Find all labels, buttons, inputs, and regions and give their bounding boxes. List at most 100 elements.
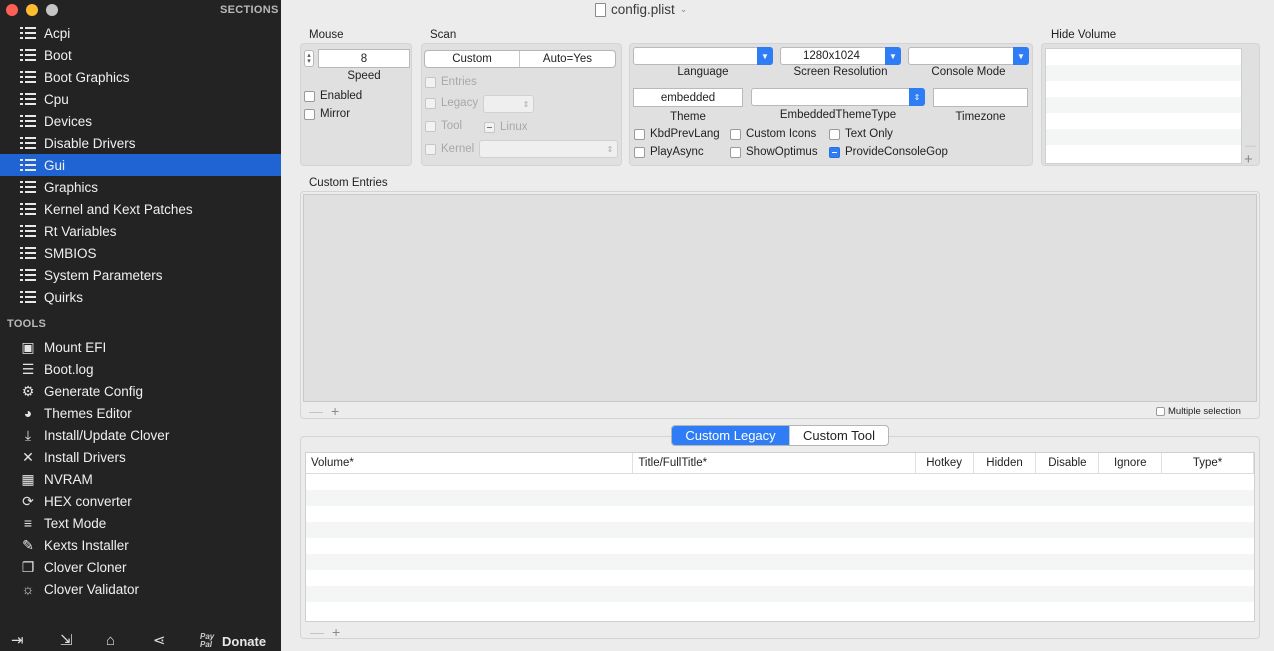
export-icon[interactable]: ⇲ — [60, 631, 73, 649]
console-mode-select[interactable]: ▼ — [908, 47, 1029, 65]
custom-legacy-table[interactable]: Volume* Title/FullTitle* Hotkey Hidden D… — [305, 452, 1255, 622]
table-row[interactable] — [306, 570, 1254, 586]
table-row[interactable] — [306, 538, 1254, 554]
donate-button[interactable]: Pay Pal Donate — [200, 633, 266, 649]
column-disable[interactable]: Disable — [1036, 453, 1100, 473]
sidebar-item-boot-graphics[interactable]: Boot Graphics — [0, 66, 281, 88]
speed-stepper[interactable]: ▴ ▾ — [304, 50, 314, 67]
column-ignore[interactable]: Ignore — [1099, 453, 1163, 473]
provide-console-gop-checkbox[interactable]: ProvideConsoleGop — [829, 146, 948, 158]
table-row[interactable] — [306, 474, 1254, 490]
remove-row-button[interactable]: — — [310, 624, 324, 640]
sidebar-item-cpu[interactable]: Cpu — [0, 88, 281, 110]
enabled-checkbox[interactable]: Enabled — [304, 90, 362, 102]
kernel-checkbox[interactable]: Kernel — [425, 143, 474, 155]
tool-item-generate-config[interactable]: ⚙ Generate Config — [0, 380, 281, 402]
list-item[interactable] — [1046, 113, 1241, 129]
minimize-window-button[interactable] — [26, 4, 38, 16]
multiple-selection-checkbox[interactable]: Multiple selection — [1156, 406, 1241, 417]
table-row[interactable] — [306, 602, 1254, 618]
import-icon[interactable]: ⇥ — [11, 631, 24, 649]
chevron-down-icon[interactable]: ⌄ — [680, 4, 688, 15]
checkbox-box[interactable] — [425, 97, 436, 109]
checkbox-box[interactable] — [425, 76, 436, 88]
sidebar-item-quirks[interactable]: Quirks — [0, 286, 281, 308]
linux-checkbox[interactable]: Linux — [484, 121, 528, 133]
checkbox-box[interactable] — [829, 146, 840, 158]
list-item[interactable] — [1046, 97, 1241, 113]
list-item[interactable] — [1046, 145, 1241, 161]
list-item[interactable] — [1046, 129, 1241, 145]
text-only-checkbox[interactable]: Text Only — [829, 128, 893, 140]
checkbox-box[interactable] — [730, 128, 741, 140]
hide-volume-list[interactable] — [1045, 48, 1242, 164]
sidebar-item-acpi[interactable]: Acpi — [0, 22, 281, 44]
play-async-checkbox[interactable]: PlayAsync — [634, 146, 704, 158]
list-item[interactable] — [1046, 81, 1241, 97]
embedded-theme-type-select[interactable]: ⇕ — [751, 88, 925, 106]
checkbox-box[interactable] — [304, 90, 315, 102]
list-item[interactable] — [1046, 65, 1241, 81]
tool-item-nvram[interactable]: ▦ NVRAM — [0, 468, 281, 490]
tool-item-hex-converter[interactable]: ⟳ HEX converter — [0, 490, 281, 512]
tool-item-install-drivers[interactable]: ✕ Install Drivers — [0, 446, 281, 468]
add-row-button[interactable]: + — [332, 624, 340, 640]
sidebar-item-smbios[interactable]: SMBIOS — [0, 242, 281, 264]
sidebar-item-rt-variables[interactable]: Rt Variables — [0, 220, 281, 242]
legacy-select[interactable]: ⇕ — [483, 95, 534, 113]
speed-input[interactable]: 8 — [318, 49, 410, 68]
sidebar-item-devices[interactable]: Devices — [0, 110, 281, 132]
scan-auto-segment[interactable]: Auto=Yes — [519, 51, 615, 67]
table-row[interactable] — [306, 554, 1254, 570]
add-entry-button[interactable]: + — [331, 403, 339, 419]
column-hotkey[interactable]: Hotkey — [916, 453, 974, 473]
checkbox-box[interactable] — [304, 108, 315, 120]
sidebar-item-boot[interactable]: Boot — [0, 44, 281, 66]
checkbox-box[interactable] — [634, 128, 645, 140]
column-volume[interactable]: Volume* — [306, 453, 634, 473]
language-select[interactable]: ▼ — [633, 47, 773, 65]
sidebar-item-gui[interactable]: Gui — [0, 154, 281, 176]
kbd-prev-lang-checkbox[interactable]: KbdPrevLang — [634, 128, 720, 140]
checkbox-box[interactable] — [484, 121, 495, 133]
custom-tabs[interactable]: Custom Legacy Custom Tool — [671, 425, 889, 446]
legacy-checkbox[interactable]: Legacy — [425, 97, 478, 109]
add-volume-button[interactable]: + — [1244, 151, 1253, 168]
table-row[interactable] — [306, 490, 1254, 506]
table-row[interactable] — [306, 586, 1254, 602]
mirror-checkbox[interactable]: Mirror — [304, 108, 350, 120]
tool-item-install-update-clover[interactable]: ⤓ Install/Update Clover — [0, 424, 281, 446]
column-hidden[interactable]: Hidden — [974, 453, 1037, 473]
remove-entry-button[interactable]: — — [309, 403, 323, 419]
checkbox-box[interactable] — [634, 146, 645, 158]
sidebar-item-kernel-and-kext-patches[interactable]: Kernel and Kext Patches — [0, 198, 281, 220]
column-title[interactable]: Title/FullTitle* — [633, 453, 916, 473]
tab-custom-tool[interactable]: Custom Tool — [789, 426, 888, 445]
tool-item-kexts-installer[interactable]: ✎ Kexts Installer — [0, 534, 281, 556]
zoom-window-button[interactable] — [46, 4, 58, 16]
table-row[interactable] — [306, 522, 1254, 538]
tool-checkbox[interactable]: Tool — [425, 120, 462, 132]
custom-icons-checkbox[interactable]: Custom Icons — [730, 128, 816, 140]
tool-item-boot-log[interactable]: ☰ Boot.log — [0, 358, 281, 380]
scan-custom-segment[interactable]: Custom — [425, 51, 519, 67]
column-type[interactable]: Type* — [1162, 453, 1254, 473]
resolution-select[interactable]: 1280x1024 ▼ — [780, 47, 901, 65]
entries-checkbox[interactable]: Entries — [425, 76, 477, 88]
tool-item-mount-efi[interactable]: ▣ Mount EFI — [0, 336, 281, 358]
custom-entries-area[interactable] — [303, 194, 1257, 402]
timezone-input[interactable] — [933, 88, 1028, 107]
table-row[interactable] — [306, 506, 1254, 522]
checkbox-box[interactable] — [829, 128, 840, 140]
close-window-button[interactable] — [6, 4, 18, 16]
show-optimus-checkbox[interactable]: ShowOptimus — [730, 146, 818, 158]
tool-item-clover-cloner[interactable]: ❐ Clover Cloner — [0, 556, 281, 578]
tool-item-themes-editor[interactable]: ◕ Themes Editor — [0, 402, 281, 424]
share-icon[interactable]: ⋖ — [153, 631, 166, 649]
checkbox-box[interactable] — [425, 120, 436, 132]
tab-custom-legacy[interactable]: Custom Legacy — [672, 426, 789, 445]
sidebar-item-graphics[interactable]: Graphics — [0, 176, 281, 198]
kernel-select[interactable]: ⇕ — [479, 140, 618, 158]
list-item[interactable] — [1046, 49, 1241, 65]
home-icon[interactable]: ⌂ — [106, 632, 115, 649]
